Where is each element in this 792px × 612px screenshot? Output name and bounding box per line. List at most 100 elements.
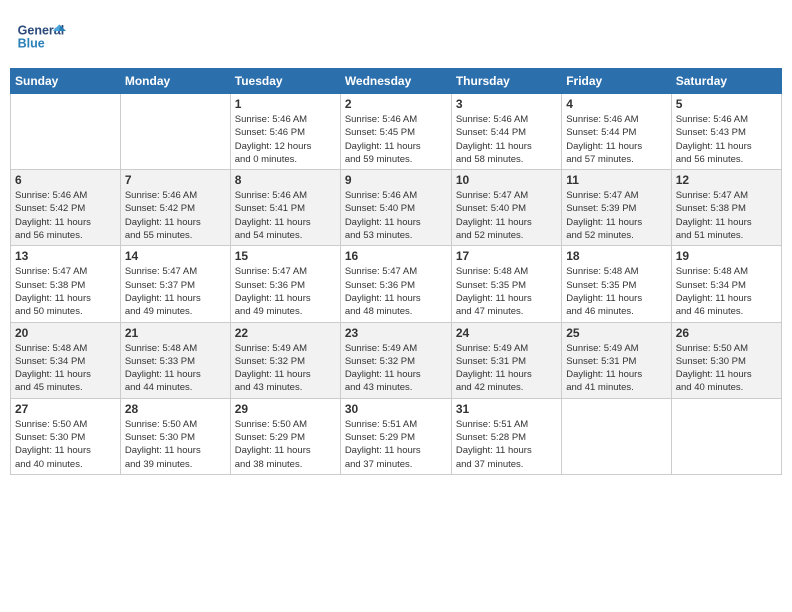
calendar-cell: 17 Sunrise: 5:48 AM Sunset: 5:35 PM Dayli… xyxy=(451,246,561,322)
calendar-cell: 18Sunrise: 5:48 AM Sunset: 5:35 PM Dayli… xyxy=(562,246,671,322)
day-info: Sunrise: 5:47 AM Sunset: 5:40 PM Dayligh… xyxy=(456,189,557,242)
calendar-cell xyxy=(11,94,121,170)
calendar-cell: 11 Sunrise: 5:47 AM Sunset: 5:39 PM Dayli… xyxy=(562,170,671,246)
day-info: Sunrise: 5:50 AM Sunset: 5:30 PM Dayligh… xyxy=(676,342,777,395)
day-info: Sunrise: 5:48 AM Sunset: 5:34 PM Dayligh… xyxy=(676,265,777,318)
day-info: Sunrise: 5:48 AM Sunset: 5:34 PM Dayligh… xyxy=(15,342,116,395)
day-number: 7 xyxy=(125,173,226,187)
calendar-cell: 7 Sunrise: 5:46 AM Sunset: 5:42 PM Daylig… xyxy=(120,170,230,246)
calendar-cell: 23Sunrise: 5:49 AM Sunset: 5:32 PM Dayli… xyxy=(340,322,451,398)
calendar-week-row: 27 Sunrise: 5:50 AM Sunset: 5:30 PM Dayli… xyxy=(11,398,782,474)
day-info: Sunrise: 5:46 AM Sunset: 5:44 PM Dayligh… xyxy=(566,113,666,166)
day-info: Sunrise: 5:50 AM Sunset: 5:29 PM Dayligh… xyxy=(235,418,336,471)
calendar-cell: 29 Sunrise: 5:50 AM Sunset: 5:29 PM Dayli… xyxy=(230,398,340,474)
day-number: 22 xyxy=(235,326,336,340)
calendar-cell: 21 Sunrise: 5:48 AM Sunset: 5:33 PM Dayli… xyxy=(120,322,230,398)
day-info: Sunrise: 5:47 AM Sunset: 5:37 PM Dayligh… xyxy=(125,265,226,318)
calendar-week-row: 13 Sunrise: 5:47 AM Sunset: 5:38 PM Dayli… xyxy=(11,246,782,322)
day-number: 5 xyxy=(676,97,777,111)
logo: General Blue xyxy=(16,14,66,58)
day-info: Sunrise: 5:48 AM Sunset: 5:35 PM Dayligh… xyxy=(566,265,666,318)
calendar-header-row: SundayMondayTuesdayWednesdayThursdayFrid… xyxy=(11,69,782,94)
day-number: 9 xyxy=(345,173,447,187)
day-info: Sunrise: 5:46 AM Sunset: 5:44 PM Dayligh… xyxy=(456,113,557,166)
day-info: Sunrise: 5:46 AM Sunset: 5:46 PM Dayligh… xyxy=(235,113,336,166)
calendar-cell: 14 Sunrise: 5:47 AM Sunset: 5:37 PM Dayli… xyxy=(120,246,230,322)
calendar-table: SundayMondayTuesdayWednesdayThursdayFrid… xyxy=(10,68,782,475)
day-info: Sunrise: 5:47 AM Sunset: 5:36 PM Dayligh… xyxy=(235,265,336,318)
calendar-cell xyxy=(562,398,671,474)
day-number: 13 xyxy=(15,249,116,263)
calendar-cell xyxy=(120,94,230,170)
day-number: 10 xyxy=(456,173,557,187)
day-info: Sunrise: 5:50 AM Sunset: 5:30 PM Dayligh… xyxy=(15,418,116,471)
calendar-cell: 9 Sunrise: 5:46 AM Sunset: 5:40 PM Daylig… xyxy=(340,170,451,246)
day-info: Sunrise: 5:47 AM Sunset: 5:38 PM Dayligh… xyxy=(676,189,777,242)
calendar-cell: 12 Sunrise: 5:47 AM Sunset: 5:38 PM Dayli… xyxy=(671,170,781,246)
calendar-cell: 25Sunrise: 5:49 AM Sunset: 5:31 PM Dayli… xyxy=(562,322,671,398)
day-info: Sunrise: 5:49 AM Sunset: 5:31 PM Dayligh… xyxy=(456,342,557,395)
day-number: 17 xyxy=(456,249,557,263)
day-number: 27 xyxy=(15,402,116,416)
day-number: 26 xyxy=(676,326,777,340)
calendar-cell: 8 Sunrise: 5:46 AM Sunset: 5:41 PM Daylig… xyxy=(230,170,340,246)
calendar-cell: 15 Sunrise: 5:47 AM Sunset: 5:36 PM Dayli… xyxy=(230,246,340,322)
day-number: 15 xyxy=(235,249,336,263)
calendar-cell: 2 Sunrise: 5:46 AM Sunset: 5:45 PM Daylig… xyxy=(340,94,451,170)
day-number: 11 xyxy=(566,173,666,187)
day-info: Sunrise: 5:46 AM Sunset: 5:43 PM Dayligh… xyxy=(676,113,777,166)
calendar-cell: 19 Sunrise: 5:48 AM Sunset: 5:34 PM Dayli… xyxy=(671,246,781,322)
svg-text:Blue: Blue xyxy=(18,37,45,51)
calendar-cell: 31 Sunrise: 5:51 AM Sunset: 5:28 PM Dayli… xyxy=(451,398,561,474)
day-number: 21 xyxy=(125,326,226,340)
day-number: 14 xyxy=(125,249,226,263)
calendar-cell: 30Sunrise: 5:51 AM Sunset: 5:29 PM Dayli… xyxy=(340,398,451,474)
calendar-cell: 4Sunrise: 5:46 AM Sunset: 5:44 PM Daylig… xyxy=(562,94,671,170)
weekday-header: Saturday xyxy=(671,69,781,94)
day-number: 25 xyxy=(566,326,666,340)
calendar-cell xyxy=(671,398,781,474)
day-number: 19 xyxy=(676,249,777,263)
day-info: Sunrise: 5:50 AM Sunset: 5:30 PM Dayligh… xyxy=(125,418,226,471)
day-number: 24 xyxy=(456,326,557,340)
weekday-header: Sunday xyxy=(11,69,121,94)
calendar-cell: 27 Sunrise: 5:50 AM Sunset: 5:30 PM Dayli… xyxy=(11,398,121,474)
weekday-header: Wednesday xyxy=(340,69,451,94)
day-number: 28 xyxy=(125,402,226,416)
day-number: 31 xyxy=(456,402,557,416)
page-header: General Blue xyxy=(10,10,782,62)
day-info: Sunrise: 5:46 AM Sunset: 5:45 PM Dayligh… xyxy=(345,113,447,166)
weekday-header: Tuesday xyxy=(230,69,340,94)
day-number: 20 xyxy=(15,326,116,340)
calendar-cell: 13 Sunrise: 5:47 AM Sunset: 5:38 PM Dayli… xyxy=(11,246,121,322)
day-info: Sunrise: 5:46 AM Sunset: 5:40 PM Dayligh… xyxy=(345,189,447,242)
day-number: 8 xyxy=(235,173,336,187)
calendar-week-row: 6Sunrise: 5:46 AM Sunset: 5:42 PM Daylig… xyxy=(11,170,782,246)
calendar-cell: 28 Sunrise: 5:50 AM Sunset: 5:30 PM Dayli… xyxy=(120,398,230,474)
calendar-cell: 26 Sunrise: 5:50 AM Sunset: 5:30 PM Dayli… xyxy=(671,322,781,398)
weekday-header: Thursday xyxy=(451,69,561,94)
logo-svg: General Blue xyxy=(16,14,66,58)
day-info: Sunrise: 5:46 AM Sunset: 5:42 PM Dayligh… xyxy=(15,189,116,242)
day-info: Sunrise: 5:51 AM Sunset: 5:28 PM Dayligh… xyxy=(456,418,557,471)
calendar-cell: 24 Sunrise: 5:49 AM Sunset: 5:31 PM Dayli… xyxy=(451,322,561,398)
day-number: 23 xyxy=(345,326,447,340)
calendar-cell: 20 Sunrise: 5:48 AM Sunset: 5:34 PM Dayli… xyxy=(11,322,121,398)
calendar-cell: 22 Sunrise: 5:49 AM Sunset: 5:32 PM Dayli… xyxy=(230,322,340,398)
day-number: 2 xyxy=(345,97,447,111)
day-info: Sunrise: 5:47 AM Sunset: 5:39 PM Dayligh… xyxy=(566,189,666,242)
weekday-header: Monday xyxy=(120,69,230,94)
day-number: 30 xyxy=(345,402,447,416)
day-info: Sunrise: 5:46 AM Sunset: 5:42 PM Dayligh… xyxy=(125,189,226,242)
day-number: 12 xyxy=(676,173,777,187)
weekday-header: Friday xyxy=(562,69,671,94)
calendar-week-row: 1Sunrise: 5:46 AM Sunset: 5:46 PM Daylig… xyxy=(11,94,782,170)
day-info: Sunrise: 5:46 AM Sunset: 5:41 PM Dayligh… xyxy=(235,189,336,242)
day-number: 29 xyxy=(235,402,336,416)
day-info: Sunrise: 5:49 AM Sunset: 5:32 PM Dayligh… xyxy=(235,342,336,395)
day-info: Sunrise: 5:48 AM Sunset: 5:35 PM Dayligh… xyxy=(456,265,557,318)
calendar-week-row: 20 Sunrise: 5:48 AM Sunset: 5:34 PM Dayli… xyxy=(11,322,782,398)
day-info: Sunrise: 5:47 AM Sunset: 5:38 PM Dayligh… xyxy=(15,265,116,318)
day-info: Sunrise: 5:48 AM Sunset: 5:33 PM Dayligh… xyxy=(125,342,226,395)
day-number: 16 xyxy=(345,249,447,263)
